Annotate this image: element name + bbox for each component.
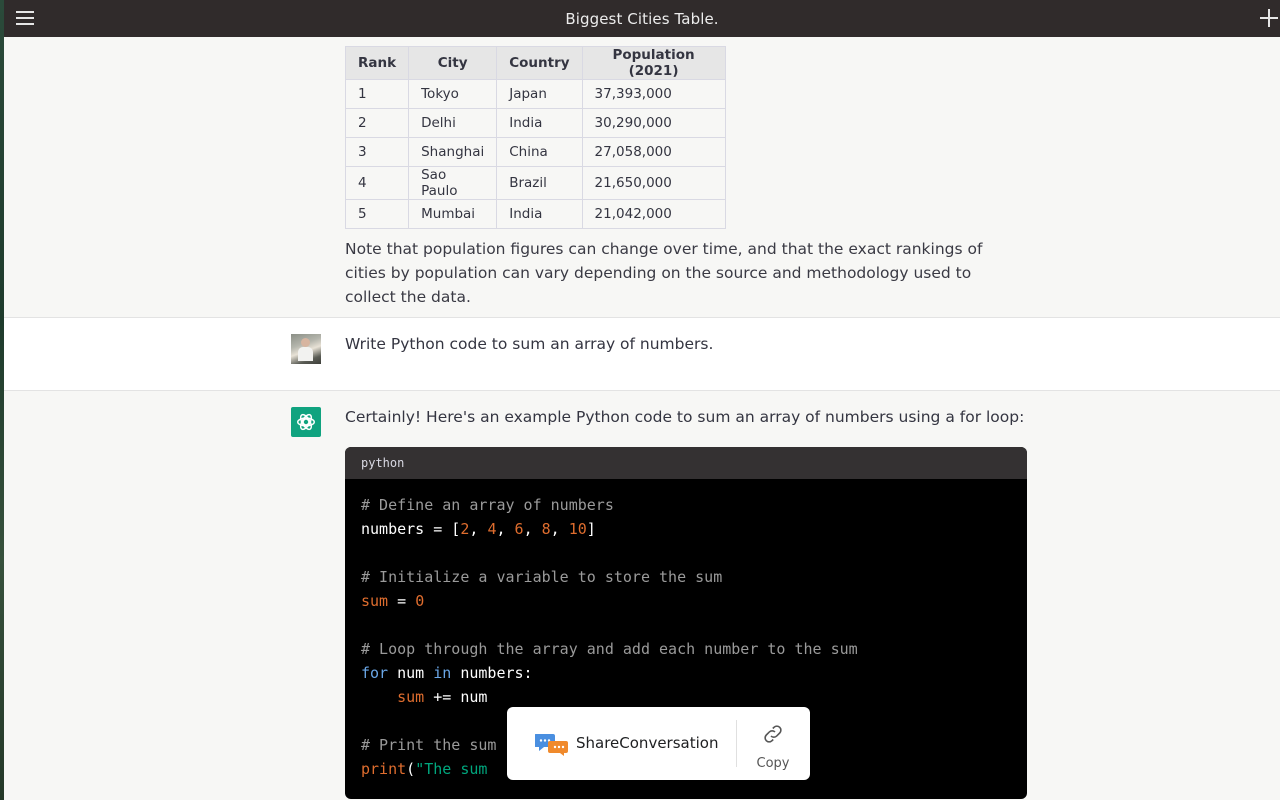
code-keyword: in bbox=[433, 664, 452, 682]
cell-city: Tokyo bbox=[408, 79, 498, 109]
table-row: 5 Mumbai India 21,042,000 bbox=[344, 199, 726, 229]
new-chat-plus-icon[interactable] bbox=[1260, 9, 1278, 27]
code-identifier: += num bbox=[424, 688, 488, 706]
cell-city: Sao Paulo bbox=[408, 166, 498, 200]
table-row: 2 Delhi India 30,290,000 bbox=[344, 108, 726, 138]
cell-rank: 4 bbox=[344, 166, 410, 200]
column-header-rank: Rank bbox=[344, 46, 410, 80]
assistant-avatar bbox=[291, 407, 321, 437]
code-operator: = bbox=[388, 592, 416, 610]
user-message: Write Python code to sum an array of num… bbox=[4, 318, 1280, 391]
code-comment: # Loop through the array and add each nu… bbox=[361, 640, 858, 658]
code-builtin: print bbox=[361, 760, 407, 778]
code-number: 10 bbox=[568, 520, 587, 538]
share-conversation-label: ShareConversation bbox=[576, 734, 719, 752]
column-header-population: Population (2021) bbox=[581, 46, 726, 80]
divider bbox=[736, 720, 737, 767]
cell-city: Mumbai bbox=[408, 199, 498, 229]
copy-button[interactable]: Copy bbox=[745, 717, 801, 773]
code-language-label: python bbox=[345, 447, 1027, 479]
column-header-city: City bbox=[408, 46, 498, 80]
openai-logo-icon bbox=[297, 413, 315, 431]
share-conversation-popup: ShareConversation Copy bbox=[507, 707, 810, 780]
cell-country: India bbox=[496, 199, 583, 229]
cell-country: India bbox=[496, 108, 583, 138]
cell-rank: 2 bbox=[344, 108, 410, 138]
cell-population: 21,042,000 bbox=[581, 199, 726, 229]
cell-population: 37,393,000 bbox=[581, 79, 726, 109]
cell-city: Delhi bbox=[408, 108, 498, 138]
cell-country: China bbox=[496, 137, 583, 167]
code-builtin: sum bbox=[361, 592, 389, 610]
table-row: 3 Shanghai China 27,058,000 bbox=[344, 137, 726, 167]
code-number: 0 bbox=[415, 592, 425, 610]
code-number: 6 bbox=[514, 520, 524, 538]
code-identifier: num bbox=[388, 664, 434, 682]
code-comment: # Initialize a variable to store the sum bbox=[361, 568, 723, 586]
code-identifier: numbers bbox=[361, 520, 425, 538]
link-icon bbox=[764, 725, 782, 743]
code-keyword: for bbox=[361, 664, 389, 682]
hamburger-menu-icon[interactable] bbox=[16, 11, 34, 25]
cell-population: 27,058,000 bbox=[581, 137, 726, 167]
cell-population: 30,290,000 bbox=[581, 108, 726, 138]
code-comment: # Define an array of numbers bbox=[361, 496, 614, 514]
cell-rank: 3 bbox=[344, 137, 410, 167]
code-operator: = [ bbox=[424, 520, 461, 538]
user-message-text: Write Python code to sum an array of num… bbox=[345, 335, 714, 353]
code-builtin: sum bbox=[397, 688, 425, 706]
user-avatar bbox=[291, 334, 321, 364]
code-identifier: numbers: bbox=[451, 664, 533, 682]
share-chat-bubbles-icon bbox=[535, 734, 568, 756]
window-title: Biggest Cities Table. bbox=[565, 9, 719, 28]
title-bar: Biggest Cities Table. bbox=[4, 0, 1280, 37]
cell-rank: 5 bbox=[344, 199, 410, 229]
cell-rank: 1 bbox=[344, 79, 410, 109]
cities-table: Rank City Country Population (2021) 1 To… bbox=[344, 46, 726, 229]
table-row: 4 Sao Paulo Brazil 21,650,000 bbox=[344, 166, 726, 200]
cell-city: Shanghai bbox=[408, 137, 498, 167]
assistant-message-table: Rank City Country Population (2021) 1 To… bbox=[4, 37, 1280, 318]
table-header-row: Rank City Country Population (2021) bbox=[344, 46, 726, 80]
share-conversation-button[interactable]: ShareConversation bbox=[507, 707, 736, 780]
code-comment: # Print the sum bbox=[361, 736, 497, 754]
code-operator: ( bbox=[406, 760, 416, 778]
column-header-country: Country bbox=[496, 46, 583, 80]
copy-label: Copy bbox=[756, 756, 790, 771]
code-number: 2 bbox=[460, 520, 470, 538]
cell-country: Brazil bbox=[496, 166, 583, 200]
table-row: 1 Tokyo Japan 37,393,000 bbox=[344, 79, 726, 109]
code-string: "The sum bbox=[415, 760, 497, 778]
population-note: Note that population figures can change … bbox=[345, 240, 983, 306]
code-number: 4 bbox=[487, 520, 497, 538]
cell-country: Japan bbox=[496, 79, 583, 109]
cell-population: 21,650,000 bbox=[581, 166, 726, 200]
code-number: 8 bbox=[541, 520, 551, 538]
assistant-message-text: Certainly! Here's an example Python code… bbox=[345, 408, 1025, 426]
